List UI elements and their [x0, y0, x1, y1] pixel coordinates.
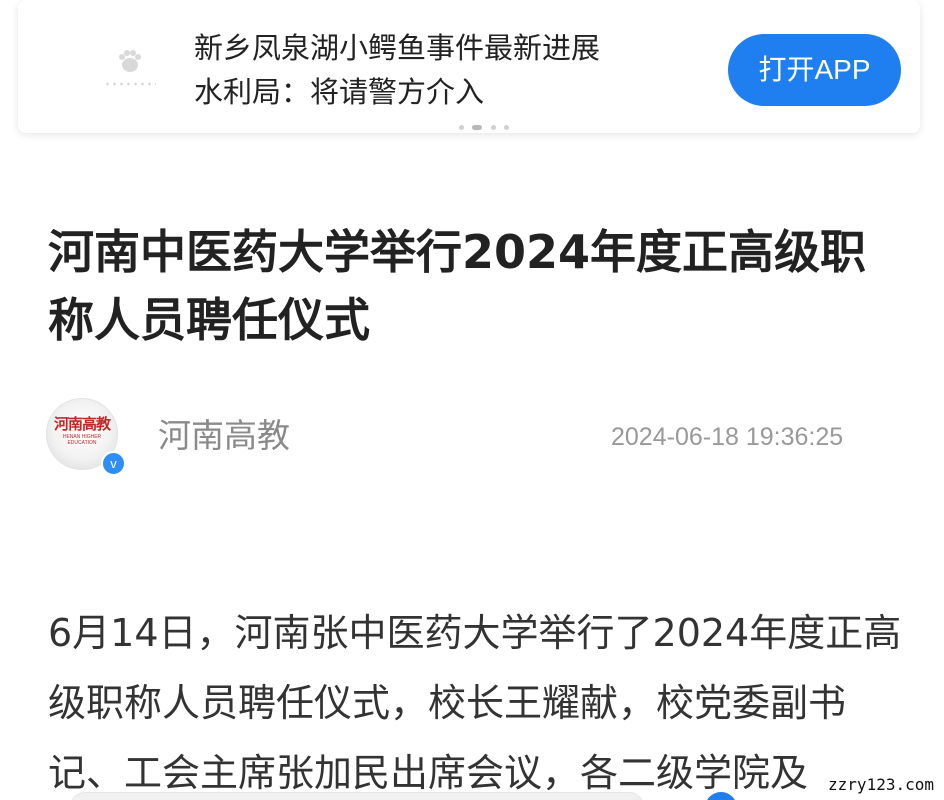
- avatar-logo-subtext: HENAN HIGHER EDUCATION: [62, 434, 102, 446]
- verified-badge-icon: v: [101, 451, 126, 476]
- pager-dot: [504, 125, 509, 130]
- article-title: 河南中医药大学举行2024年度正高级职称人员聘任仪式: [48, 225, 867, 347]
- banner-thumbnail: [90, 38, 170, 98]
- publish-time: 2024-06-18 19:36:25: [611, 423, 844, 451]
- banner-headline-line2[interactable]: 水利局：将请警方介入: [194, 72, 484, 112]
- article-page: 新乡凤泉湖小鳄鱼事件最新进展 水利局：将请警方介入 打开APP 河南中医药大学举…: [0, 0, 944, 800]
- article-body-paragraph: 6月14日，河南张中医药大学举行了2024年度正高级职称人员聘任仪式，校长王耀献…: [48, 611, 902, 795]
- pager-dot-active: [472, 125, 482, 130]
- banner-pager: [459, 125, 519, 130]
- paw-placeholder-icon: [119, 50, 141, 72]
- placeholder-dots: [104, 82, 156, 86]
- app-promo-banner[interactable]: 新乡凤泉湖小鳄鱼事件最新进展 水利局：将请警方介入 打开APP: [18, 0, 920, 133]
- site-watermark: zzry123.com: [822, 774, 940, 796]
- avatar-logo-text: 河南高教: [54, 415, 111, 433]
- banner-headline-line1[interactable]: 新乡凤泉湖小鳄鱼事件最新进展: [194, 28, 600, 68]
- comment-input-bar[interactable]: [70, 792, 644, 800]
- author-name[interactable]: 河南高教: [158, 414, 290, 458]
- open-app-button[interactable]: 打开APP: [728, 34, 901, 106]
- pager-dot: [459, 125, 464, 130]
- pager-dot: [491, 125, 496, 130]
